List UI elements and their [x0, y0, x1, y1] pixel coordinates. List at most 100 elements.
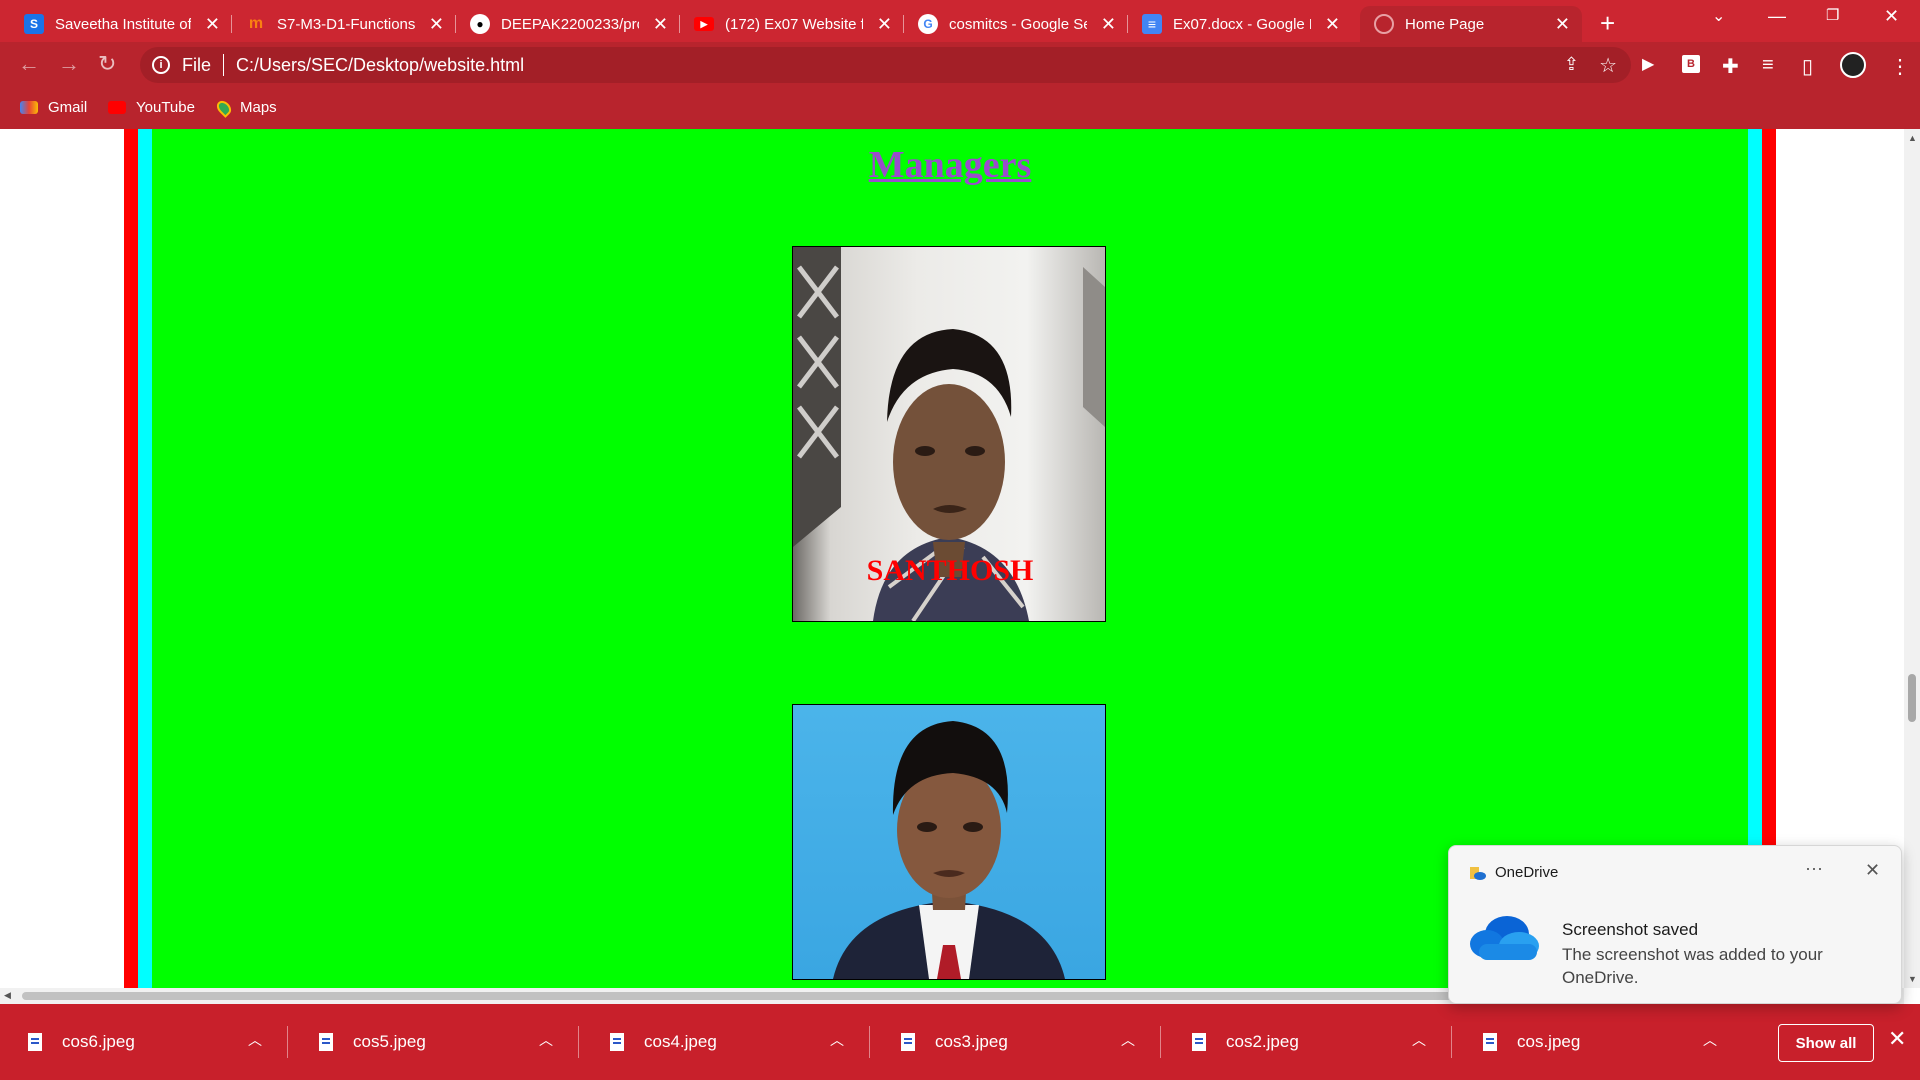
tab-label: DEEPAK2200233/prod: [501, 15, 639, 33]
bookmark-youtube[interactable]: YouTube: [108, 99, 195, 116]
chevron-up-icon[interactable]: ︿: [1121, 1030, 1135, 1050]
download-filename: cos5.jpeg: [353, 1032, 426, 1051]
chevron-up-icon[interactable]: ︿: [830, 1030, 844, 1050]
tab-moodle[interactable]: m S7-M3-D1-Functions ✕: [232, 6, 456, 42]
tab-label: (172) Ex07 Website fo: [725, 15, 863, 33]
reload-icon[interactable]: ↻: [98, 51, 116, 77]
download-item[interactable]: cos6.jpeg ︿: [0, 1004, 288, 1080]
file-icon: [1192, 1033, 1206, 1051]
download-item[interactable]: cos3.jpeg ︿: [873, 1004, 1161, 1080]
download-filename: cos4.jpeg: [644, 1032, 717, 1051]
minimize-icon[interactable]: —: [1768, 6, 1786, 27]
youtube-icon: ▶: [694, 17, 714, 31]
tab-label: cosmitcs - Google Sea: [949, 15, 1087, 33]
close-icon[interactable]: ✕: [1325, 14, 1340, 35]
notification-title: Screenshot saved: [1562, 920, 1699, 939]
back-icon[interactable]: ←: [18, 51, 40, 77]
scroll-down-icon[interactable]: ▼: [1908, 974, 1917, 984]
address-url[interactable]: C:/Users/SEC/Desktop/website.html: [236, 55, 524, 76]
onedrive-cloud-icon: [1470, 916, 1539, 960]
manager-name: SANTHOSH: [866, 554, 1034, 587]
tab-saveetha[interactable]: S Saveetha Institute of T ✕: [10, 6, 232, 42]
tab-github[interactable]: ● DEEPAK2200233/prod ✕: [456, 6, 680, 42]
close-icon[interactable]: ✕: [205, 14, 220, 35]
menu-kebab-icon[interactable]: ⋮: [1890, 54, 1910, 79]
more-options-icon[interactable]: ···: [1805, 858, 1823, 879]
close-icon[interactable]: ✕: [877, 14, 892, 35]
tab-home-page[interactable]: Home Page ✕: [1360, 6, 1582, 42]
download-filename: cos6.jpeg: [62, 1032, 135, 1051]
bookmark-maps[interactable]: Maps: [214, 97, 277, 118]
file-icon: [610, 1033, 624, 1051]
download-item[interactable]: cos.jpeg ︿: [1455, 1004, 1743, 1080]
bookmark-gmail[interactable]: Gmail: [20, 99, 87, 116]
maps-icon: [214, 97, 234, 118]
google-icon: G: [918, 14, 938, 34]
vertical-scrollbar[interactable]: ▲ ▼: [1904, 129, 1920, 988]
file-icon: [901, 1033, 915, 1051]
left-inner-border: [138, 129, 152, 988]
vertical-scroll-thumb[interactable]: [1908, 674, 1916, 722]
side-panel-icon[interactable]: ▯: [1802, 54, 1813, 79]
window-close-icon[interactable]: ✕: [1884, 6, 1899, 27]
tab-label: Saveetha Institute of T: [55, 15, 191, 33]
file-icon: [28, 1033, 42, 1051]
show-all-button[interactable]: Show all: [1778, 1024, 1874, 1062]
dismiss-icon[interactable]: ✕: [1865, 860, 1880, 881]
tab-google-search[interactable]: G cosmitcs - Google Sea ✕: [904, 6, 1128, 42]
close-icon[interactable]: ✕: [429, 14, 444, 35]
scroll-left-icon[interactable]: ◀: [4, 990, 11, 1001]
chevron-up-icon[interactable]: ︿: [539, 1030, 553, 1050]
profile-avatar[interactable]: [1840, 52, 1866, 78]
downloads-bar: cos6.jpeg ︿ cos5.jpeg ︿ cos4.jpeg ︿ cos3…: [0, 1004, 1920, 1080]
tab-google-docs[interactable]: ≡ Ex07.docx - Google D ✕: [1128, 6, 1352, 42]
manager-photo: [792, 704, 1106, 980]
tab-strip: S Saveetha Institute of T ✕ m S7-M3-D1-F…: [0, 0, 1920, 42]
close-downloads-icon[interactable]: ✕: [1888, 1026, 1906, 1052]
download-item[interactable]: cos5.jpeg ︿: [291, 1004, 579, 1080]
download-item[interactable]: cos4.jpeg ︿: [582, 1004, 870, 1080]
close-icon[interactable]: ✕: [653, 14, 668, 35]
globe-icon: [1374, 14, 1394, 34]
extension-b-icon[interactable]: B: [1682, 55, 1700, 73]
tab-youtube[interactable]: ▶ (172) Ex07 Website fo ✕: [680, 6, 904, 42]
close-icon[interactable]: ✕: [1101, 14, 1116, 35]
forward-icon[interactable]: →: [58, 51, 80, 77]
file-icon: [319, 1033, 333, 1051]
bookmark-star-icon[interactable]: ☆: [1599, 53, 1617, 78]
cursor-extension-icon[interactable]: ▶: [1642, 54, 1654, 74]
extensions-puzzle-icon[interactable]: ✚: [1722, 54, 1739, 79]
onedrive-notification[interactable]: OneDrive ··· ✕ Screenshot saved The scre…: [1448, 845, 1902, 1004]
youtube-icon: [108, 101, 126, 114]
tab-search-icon[interactable]: ⌄: [1712, 6, 1725, 26]
tab-label: Home Page: [1405, 15, 1485, 33]
notification-app-name: OneDrive: [1495, 864, 1559, 881]
download-item[interactable]: cos2.jpeg ︿: [1164, 1004, 1452, 1080]
share-icon[interactable]: ⇪: [1564, 54, 1579, 75]
onedrive-app-icon: [1470, 867, 1486, 880]
moodle-icon: m: [248, 15, 264, 32]
portrait-image: [833, 721, 1065, 979]
tab-label: S7-M3-D1-Functions: [277, 15, 415, 33]
chevron-up-icon[interactable]: ︿: [1412, 1030, 1426, 1050]
left-outer-border: [124, 129, 138, 988]
address-bar[interactable]: i File C:/Users/SEC/Desktop/website.html…: [140, 47, 1631, 83]
download-filename: cos3.jpeg: [935, 1032, 1008, 1051]
address-scheme: File: [182, 54, 212, 75]
github-icon: ●: [470, 14, 490, 34]
download-filename: cos2.jpeg: [1226, 1032, 1299, 1051]
new-tab-button[interactable]: +: [1600, 8, 1615, 39]
reading-list-icon[interactable]: ≡: [1762, 54, 1774, 77]
tab-label: Ex07.docx - Google D: [1173, 15, 1311, 33]
docs-icon: ≡: [1142, 14, 1162, 34]
browser-toolbar: ← → ↻ i File C:/Users/SEC/Desktop/websit…: [0, 42, 1920, 89]
page-heading[interactable]: Managers: [152, 143, 1748, 187]
restore-icon[interactable]: ❐: [1826, 6, 1839, 24]
chevron-up-icon[interactable]: ︿: [1703, 1030, 1717, 1050]
info-icon[interactable]: i: [152, 56, 170, 74]
scroll-up-icon[interactable]: ▲: [1908, 133, 1917, 143]
saveetha-icon: S: [24, 14, 44, 34]
chevron-up-icon[interactable]: ︿: [248, 1030, 262, 1050]
file-icon: [1483, 1033, 1497, 1051]
close-icon[interactable]: ✕: [1555, 14, 1570, 35]
